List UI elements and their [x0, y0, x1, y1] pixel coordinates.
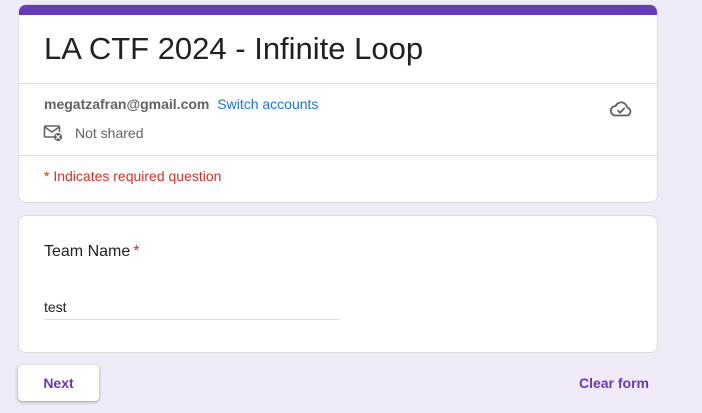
required-star: * [133, 243, 140, 260]
share-status-row: Not shared [43, 124, 143, 142]
clear-form-button[interactable]: Clear form [568, 365, 660, 401]
share-status-text: Not shared [75, 125, 144, 141]
account-email: megatzafran@gmail.com [44, 96, 210, 112]
form-header-card: LA CTF 2024 - Infinite Loop megatzafran@… [18, 4, 658, 203]
cloud-check-icon[interactable] [609, 97, 633, 121]
switch-accounts-link[interactable]: Switch accounts [217, 96, 318, 112]
required-note: * Indicates required question [44, 168, 222, 184]
question-title: Team Name * [44, 243, 139, 261]
question-label: Team Name [44, 243, 131, 260]
question-card-team-name: Team Name * [18, 215, 658, 353]
header-accent-bar [19, 5, 657, 15]
team-name-input[interactable] [44, 294, 340, 320]
form-page: LA CTF 2024 - Infinite Loop megatzafran@… [0, 0, 702, 413]
divider [19, 155, 657, 156]
mail-off-icon [43, 124, 63, 142]
divider [19, 83, 657, 84]
form-title: LA CTF 2024 - Infinite Loop [44, 31, 424, 66]
account-row: megatzafran@gmail.com Switch accounts [44, 96, 318, 112]
next-button[interactable]: Next [18, 365, 99, 401]
